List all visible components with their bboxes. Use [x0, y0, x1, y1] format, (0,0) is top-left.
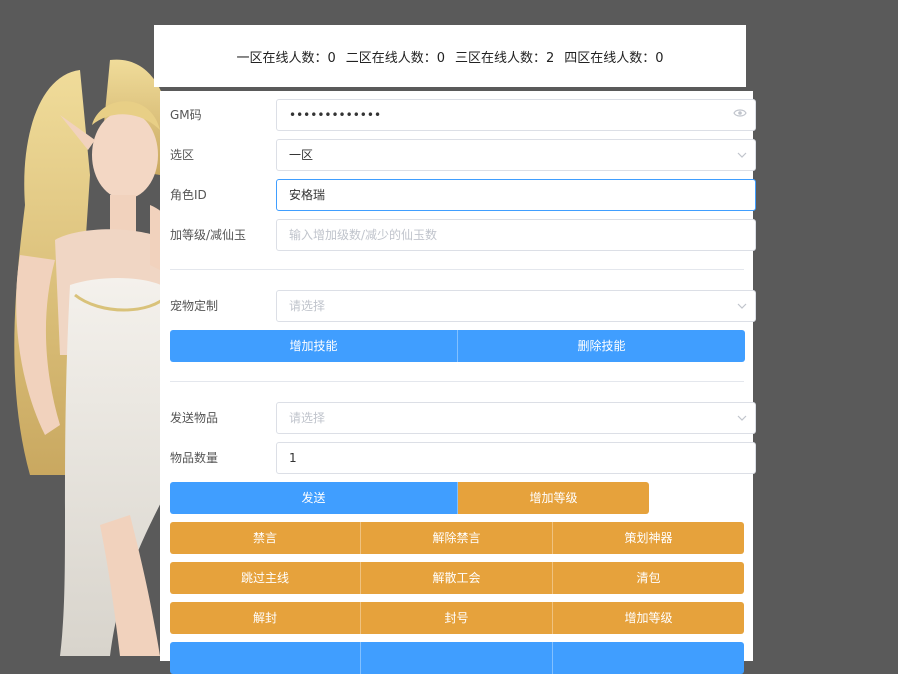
zone-label: 选区: [170, 148, 195, 162]
chevron-down-icon: [737, 140, 747, 170]
zone3-online: 三区在线人数：2: [455, 50, 555, 66]
level-input[interactable]: 输入增加级数/减少的仙玉数: [276, 219, 756, 251]
pet-row: 宠物定制 请选择: [170, 290, 756, 322]
skip-main-quest-button[interactable]: 跳过主线: [170, 562, 361, 594]
level-placeholder: 输入增加级数/减少的仙玉数: [289, 228, 438, 242]
quantity-row: 物品数量 1: [170, 442, 756, 474]
item-row: 发送物品 请选择: [170, 402, 756, 434]
eye-icon[interactable]: [733, 100, 747, 130]
zone-value: 一区: [289, 148, 314, 162]
gm-form-card: GM码 ••••••••••••• 选区 一区 角色ID 安格瑞 加等级/减仙玉…: [160, 91, 756, 674]
level-row: 加等级/减仙玉 输入增加级数/减少的仙玉数: [170, 219, 756, 251]
add-level-button[interactable]: 增加等级: [458, 482, 649, 514]
gm-code-input[interactable]: •••••••••••••: [276, 99, 756, 131]
chevron-down-icon: [737, 291, 747, 321]
pet-select[interactable]: 请选择: [276, 290, 756, 322]
item-select[interactable]: 请选择: [276, 402, 756, 434]
mute-button[interactable]: 禁言: [170, 522, 361, 554]
action-button-partial-3[interactable]: [553, 642, 744, 674]
action-button-partial-2[interactable]: [361, 642, 553, 674]
add-level-button-2[interactable]: 增加等级: [553, 602, 744, 634]
divider: [170, 381, 744, 382]
chevron-down-icon: [737, 403, 747, 433]
skill-button-group: 增加技能 删除技能: [170, 330, 745, 362]
zone-select[interactable]: 一区: [276, 139, 756, 171]
quantity-value: 1: [289, 451, 297, 465]
ban-button[interactable]: 封号: [361, 602, 553, 634]
level-label: 加等级/减仙玉: [170, 228, 247, 242]
item-placeholder: 请选择: [289, 411, 326, 425]
delete-skill-button[interactable]: 删除技能: [458, 330, 745, 362]
quantity-label: 物品数量: [170, 451, 219, 465]
zone1-online: 一区在线人数：0: [236, 50, 336, 66]
add-skill-button[interactable]: 增加技能: [170, 330, 458, 362]
planner-weapon-button[interactable]: 策划神器: [553, 522, 744, 554]
action-button-partial-1[interactable]: [170, 642, 361, 674]
action-group-3: 解封 封号 增加等级: [170, 602, 744, 634]
send-button-group: 发送 增加等级: [170, 482, 649, 514]
zone2-online: 二区在线人数：0: [345, 50, 445, 66]
online-stats-header: 一区在线人数：0 二区在线人数：0 三区在线人数：2 四区在线人数：0: [154, 25, 746, 87]
action-group-2: 跳过主线 解散工会 清包: [170, 562, 744, 594]
clear-bag-button[interactable]: 清包: [553, 562, 744, 594]
send-button[interactable]: 发送: [170, 482, 458, 514]
dissolve-guild-button[interactable]: 解散工会: [361, 562, 553, 594]
zone-row: 选区 一区: [170, 139, 756, 171]
divider: [170, 269, 744, 270]
gm-code-label: GM码: [170, 108, 202, 122]
gm-code-value: •••••••••••••: [289, 108, 382, 122]
role-id-label: 角色ID: [170, 188, 207, 202]
pet-label: 宠物定制: [170, 299, 219, 313]
action-group-1: 禁言 解除禁言 策划神器: [170, 522, 744, 554]
quantity-input[interactable]: 1: [276, 442, 756, 474]
item-label: 发送物品: [170, 411, 219, 425]
role-id-value: 安格瑞: [289, 188, 326, 202]
role-id-input[interactable]: 安格瑞: [276, 179, 756, 211]
action-group-4: [170, 642, 744, 674]
unban-button[interactable]: 解封: [170, 602, 361, 634]
gm-code-row: GM码 •••••••••••••: [170, 99, 756, 131]
zone4-online: 四区在线人数：0: [564, 50, 664, 66]
unmute-button[interactable]: 解除禁言: [361, 522, 553, 554]
pet-placeholder: 请选择: [289, 299, 326, 313]
role-id-row: 角色ID 安格瑞: [170, 179, 756, 211]
